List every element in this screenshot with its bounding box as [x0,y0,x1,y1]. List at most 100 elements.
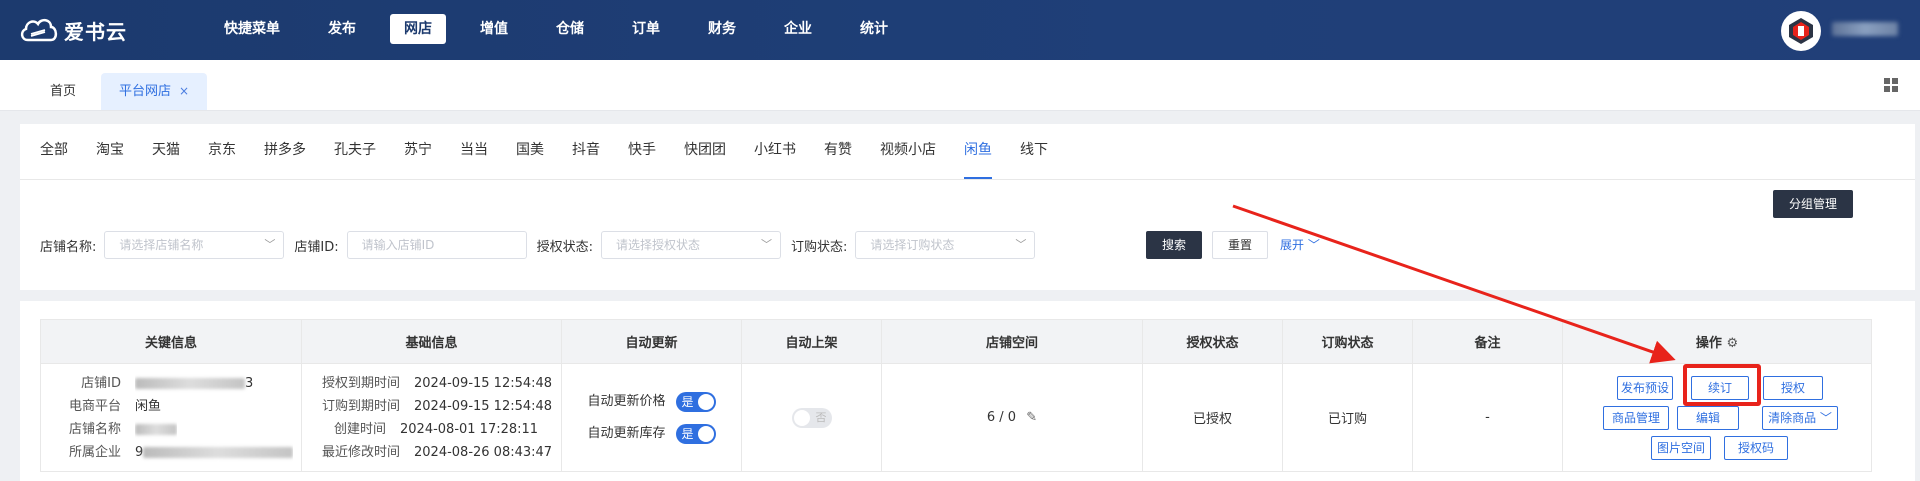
basic-info-cell: 授权到期时间 2024-09-15 12:54:48 订购到期时间 2024-09-… [301,363,562,472]
authorize-button[interactable]: 授权 [1763,376,1823,400]
auto-shelf-toggle[interactable]: 否 [791,407,832,428]
publish-preset-button[interactable]: 发布预设 [1617,376,1673,400]
shop-space-cell: 6 / 0 ✎ [881,363,1143,472]
expand-label: 展开 [1280,238,1305,252]
auto-update-price-toggle[interactable]: 是 [675,391,716,412]
order-status-select[interactable]: 请选择订购状态 ﹀ [855,231,1036,259]
top-navigation-bar: 爱书云 快捷菜单 发布 网店 增值 仓储 订单 财务 企业 统计 [0,0,1920,60]
auth-code-button[interactable]: 授权码 [1724,436,1788,460]
nav-item-warehouse[interactable]: 仓储 [542,14,598,44]
shop-id-label: 店铺ID: [294,239,339,255]
nav-item-value-added[interactable]: 增值 [466,14,522,44]
auto-update-stock-label: 自动更新库存 [587,425,666,441]
nav-item-quick-menu[interactable]: 快捷菜单 [210,14,294,44]
auto-update-cell: 自动更新价格是 自动更新库存是 [561,363,742,472]
platform-tab-all[interactable]: 全部 [40,124,68,179]
header-auto-shelf: 自动上架 [741,319,882,364]
platform-tab-gome[interactable]: 国美 [516,124,544,179]
nav-item-statistics[interactable]: 统计 [846,14,902,44]
main-nav: 快捷菜单 发布 网店 增值 仓储 订单 财务 企业 统计 [210,14,922,44]
group-manage-button[interactable]: 分组管理 [1773,190,1853,218]
reset-button[interactable]: 重置 [1212,231,1268,259]
nav-item-orders[interactable]: 订单 [618,14,674,44]
platform-tab-kuaishou[interactable]: 快手 [628,124,656,179]
edit-pencil-icon[interactable]: ✎ [1026,410,1037,425]
order-expire-key: 订购到期时间 [321,398,400,414]
header-actions-label: 操作 [1695,336,1722,351]
gear-icon[interactable]: ⚙ [1726,336,1738,351]
created-key: 创建时间 [333,421,386,437]
platform-tab-tmall[interactable]: 天猫 [152,124,180,179]
edit-button[interactable]: 编辑 [1677,406,1739,430]
platform-tab-taobao[interactable]: 淘宝 [96,124,124,179]
header-actions: 操作 ⚙ [1562,319,1872,364]
auth-expire-key: 授权到期时间 [321,375,400,391]
filter-bar: 店铺名称: 请选择店铺名称 ﹀ 店铺ID: 请输入店铺ID 授权状态: 请选择授… [40,231,1036,259]
order-status-placeholder: 请选择订购状态 [870,238,955,252]
platform-tab-kongfuzi[interactable]: 孔夫子 [334,124,376,179]
platform-tab-video-shop[interactable]: 视频小店 [880,124,936,179]
header-auto-update: 自动更新 [561,319,742,364]
close-icon[interactable]: × [179,84,189,98]
shop-name-label: 店铺名称: [40,239,97,255]
username-redacted[interactable] [1832,22,1898,36]
search-button[interactable]: 搜索 [1146,231,1202,259]
header-key-info: 关键信息 [40,319,302,364]
grid-menu-icon[interactable] [1884,78,1898,92]
header-shop-space: 店铺空间 [881,319,1143,364]
platform-tab-xiaohongshu[interactable]: 小红书 [754,124,796,179]
chevron-down-icon: ﹀ [1015,238,1027,251]
shop-id-placeholder: 请输入店铺ID [361,238,435,252]
order-expire-value: 2024-09-15 12:54:48 [414,398,553,414]
shop-name-select[interactable]: 请选择店铺名称 ﹀ [104,231,285,259]
nav-item-finance[interactable]: 财务 [694,14,750,44]
auth-status-placeholder: 请选择授权状态 [616,238,701,252]
tab-platform-shop-label: 平台网店 [119,84,172,99]
auto-update-stock-toggle[interactable]: 是 [675,423,716,444]
remark-cell: - [1412,363,1563,472]
header-order-status: 订购状态 [1282,319,1413,364]
key-info-cell: 店铺ID 3 电商平台 闲鱼 店铺名称 所属企业 9 [40,363,302,472]
shop-name-key: 店铺名称 [68,421,121,437]
auto-update-price-label: 自动更新价格 [587,393,666,409]
platform-tab-xianyu[interactable]: 闲鱼 [964,124,992,179]
auth-status-select[interactable]: 请选择授权状态 ﹀ [601,231,782,259]
enterprise-key: 所属企业 [68,444,121,460]
platform-tab-kuaituantuan[interactable]: 快团团 [684,124,726,179]
clear-goods-dropdown[interactable]: 清除商品 ﹀ [1762,406,1838,430]
app-logo[interactable]: 爱书云 [18,14,127,46]
platform-tab-dangdang[interactable]: 当当 [460,124,488,179]
modified-key: 最近修改时间 [321,444,400,460]
header-auth-status: 授权状态 [1142,319,1283,364]
chevron-down-icon: ﹀ [264,238,276,251]
platform-tab-youzan[interactable]: 有赞 [824,124,852,179]
expand-filters-link[interactable]: 展开 ﹀ [1280,231,1320,259]
header-basic-info: 基础信息 [301,319,562,364]
avatar[interactable] [1781,11,1821,51]
nav-item-enterprise[interactable]: 企业 [770,14,826,44]
chevron-down-icon: ﹀ [1819,411,1832,425]
platform-tab-douyin[interactable]: 抖音 [572,124,600,179]
tab-platform-shop[interactable]: 平台网店 × [101,73,208,110]
nav-item-publish[interactable]: 发布 [314,14,370,44]
shop-id-input[interactable]: 请输入店铺ID [346,231,527,259]
platform-tab-suning[interactable]: 苏宁 [404,124,432,179]
platform-tab-offline[interactable]: 线下 [1020,124,1048,179]
order-status-label: 订购状态: [791,239,848,255]
shop-id-value: 3 [135,372,253,395]
company-logo-icon [1789,18,1813,44]
nav-item-shop[interactable]: 网店 [390,14,446,44]
platform-value: 闲鱼 [135,398,162,414]
order-status-cell: 已订购 [1282,363,1413,472]
image-space-button[interactable]: 图片空间 [1651,436,1711,460]
goods-manage-button[interactable]: 商品管理 [1603,406,1669,430]
platform-tab-pdd[interactable]: 拼多多 [264,124,306,179]
tab-home[interactable]: 首页 [32,73,94,110]
shop-id-key: 店铺ID [81,375,121,391]
platform-tab-jd[interactable]: 京东 [208,124,236,179]
modified-value: 2024-08-26 08:43:47 [414,444,553,460]
auth-status-cell: 已授权 [1142,363,1283,472]
auto-shelf-cell: 否 [741,363,882,472]
platform-tabs: 全部 淘宝 天猫 京东 拼多多 孔夫子 苏宁 当当 国美 抖音 快手 快团团 小… [40,124,1048,179]
clear-goods-label: 清除商品 [1768,411,1817,425]
